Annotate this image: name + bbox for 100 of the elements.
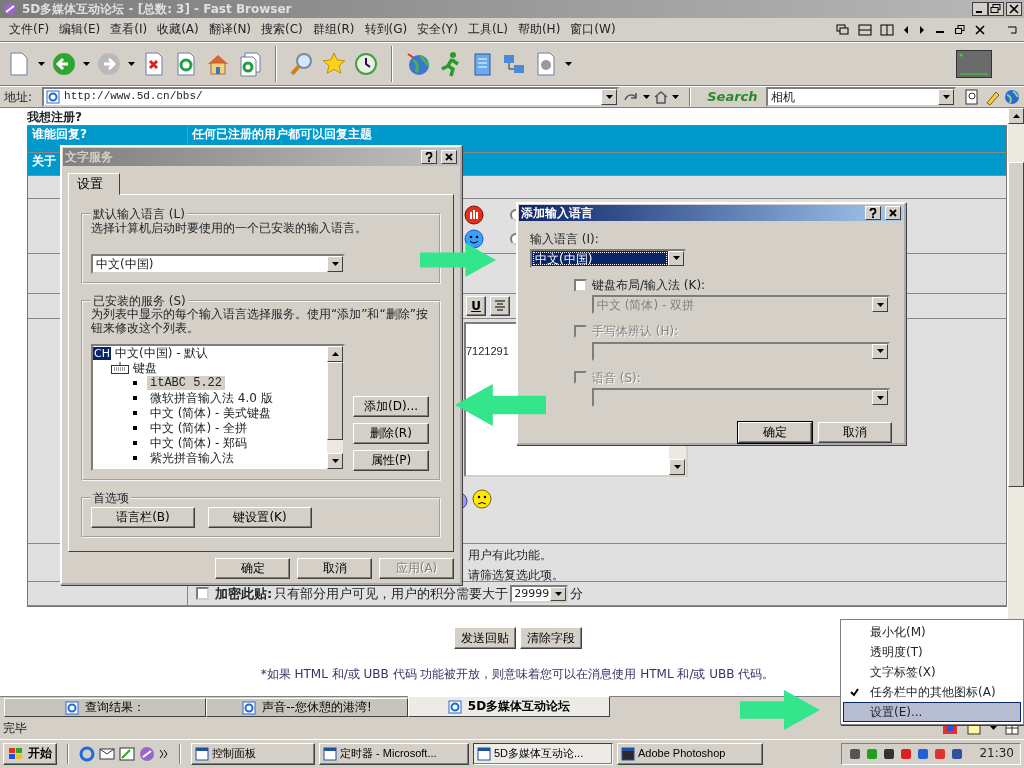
checkbox[interactable] [574,278,587,292]
start-button[interactable]: 开始 [3,742,57,765]
help-button[interactable] [865,206,881,221]
restore-icon[interactable] [988,2,1004,16]
home-icon[interactable] [654,90,669,104]
dropdown-button[interactable] [550,586,567,601]
dropdown-arrow-icon[interactable] [605,95,613,99]
page-tab[interactable]: 查询结果： [4,698,206,717]
dropdown-arrow-icon[interactable] [990,726,997,730]
dropdown-arrow-icon[interactable] [643,95,651,99]
dropdown-arrow-icon[interactable] [83,62,90,66]
align-center-button[interactable] [490,296,510,316]
menu-item[interactable]: 最小化(M) [843,622,1021,642]
tile-vertical-icon[interactable] [880,23,894,36]
desktop-icon[interactable] [119,745,135,762]
find-page-icon[interactable] [964,89,980,105]
dropdown-button[interactable] [668,250,684,266]
dialog-button[interactable]: 语言栏(B) [91,507,195,529]
close-icon[interactable] [974,23,986,36]
menu-item[interactable]: 任务栏中的其他图标(A) [843,682,1021,702]
taskbar-button[interactable]: 定时器 - Microsoft... [319,742,469,765]
tree-item[interactable]: 微软拼音输入法 4.0 版 [147,391,276,406]
dialog-button[interactable]: 确定 [215,558,290,579]
envelope-icon[interactable] [99,745,115,762]
close-icon[interactable] [1006,2,1022,16]
tree-item[interactable]: 中文 (简体) - 郑码 [147,436,251,451]
minimize-icon[interactable] [972,2,988,16]
menu-item[interactable]: 查看(I) [105,20,153,39]
tree-item[interactable]: 中文 (简体) - 全拼 [147,421,251,436]
more-icon[interactable] [159,748,169,759]
dropdown-arrow-icon[interactable] [554,591,562,596]
down-arrow-icon[interactable] [331,458,339,463]
menu-item[interactable]: 窗口(W) [565,20,621,39]
language-select[interactable]: 中文(中国) [91,253,345,274]
dropdown-arrow-icon[interactable] [565,62,572,66]
tree-item[interactable]: itABC 5.22 [147,376,225,391]
menu-item[interactable]: 翻译(N) [203,20,257,39]
taskbar-button[interactable]: 5D多媒体互动论... [473,742,613,765]
dialog-tab[interactable]: 设置 [68,173,120,195]
dropdown-arrow-icon[interactable] [876,395,884,400]
underline-button[interactable]: U [466,296,486,316]
menu-item[interactable]: 编辑(E) [54,20,106,39]
scroll-up-button[interactable] [327,345,343,362]
close-button[interactable] [441,150,457,164]
dialog-button[interactable]: 添加(D)... [353,395,429,417]
search-icon[interactable] [289,51,315,77]
search-field[interactable]: 相机 [765,87,956,107]
dropdown-arrow-icon[interactable] [672,95,680,99]
dropdown-button[interactable] [327,255,343,272]
dropdown-button[interactable] [872,343,888,359]
dialog-button[interactable]: 键设置(K) [208,507,312,529]
scroll-down-button[interactable] [669,459,685,475]
scroll-up-button[interactable] [1008,108,1024,124]
restore-icon[interactable] [954,23,966,36]
help-button[interactable] [421,150,437,164]
dropdown-arrow-icon[interactable] [876,302,884,307]
dropdown-button[interactable] [601,89,618,105]
menu-item[interactable]: 文字标签(X) [843,662,1021,682]
dialog-button[interactable]: 确定 [738,422,812,443]
clock-icon[interactable] [353,51,379,77]
dropdown-arrow-icon[interactable] [128,62,135,66]
dialog-button[interactable]: 取消 [297,558,372,579]
menu-item[interactable]: 文件(F) [4,20,55,39]
close-button[interactable] [885,206,901,221]
menu-item[interactable]: 工具(L) [462,20,513,39]
dropdown-button[interactable] [938,89,954,105]
menu-item[interactable]: 安全(Y) [412,20,463,39]
dialog-button[interactable]: 取消 [818,422,892,443]
menu-item[interactable]: 搜索(C) [256,20,308,39]
page-tab[interactable]: 5D多媒体互动论坛 [408,696,610,717]
refresh-all-icon[interactable] [237,51,263,77]
taskbar-button[interactable]: Adobe Photoshop [617,742,763,765]
language-select[interactable]: 中文(中国) [530,248,686,268]
dropdown-arrow-icon[interactable] [672,256,680,261]
scrollbar-thumb[interactable] [1008,162,1024,487]
dropdown-button[interactable] [872,297,888,313]
back-icon[interactable] [51,51,77,77]
address-field[interactable]: http://www.5d.cn/bbs/ [42,87,620,107]
menu-item[interactable]: 透明度(T) [843,642,1021,662]
form-button[interactable]: 发送回贴 [453,627,516,649]
star-icon[interactable] [321,51,347,77]
services-tree[interactable]: CH 中文(中国) - 默认 键盘 itABC 5.22 微软拼音输入法 4.0 版 中文 (简体) - 美式键盘 中文 (简体) - 全拼 中文 (简体) - 郑码 紫光拼音输入法 [91,343,345,471]
dialog-button[interactable]: 属性(P) [353,449,429,471]
menu-item[interactable]: 收藏(A) [152,20,204,39]
tree-item[interactable]: 键盘 [133,361,157,376]
dropdown-arrow-icon[interactable] [942,95,950,99]
menu-item[interactable]: 转到(G) [359,20,413,39]
scrollbar-thumb[interactable] [327,361,343,440]
dropdown-button[interactable] [872,390,888,405]
cascade-icon[interactable] [836,23,850,36]
next-icon[interactable] [918,23,926,36]
dialog-button[interactable]: 删除(R) [353,422,429,444]
checkbox[interactable] [196,587,209,600]
tree-item[interactable]: 中文(中国) - 默认 [114,346,209,361]
dropdown-arrow-icon[interactable] [876,349,884,354]
taskbar-button[interactable]: 控制面板 [191,742,315,765]
points-select[interactable]: 29999 [510,584,569,603]
highlighter-icon[interactable] [984,89,1000,105]
dropdown-arrow-icon[interactable] [673,465,681,469]
menu-item[interactable]: 群组(R) [307,20,360,39]
